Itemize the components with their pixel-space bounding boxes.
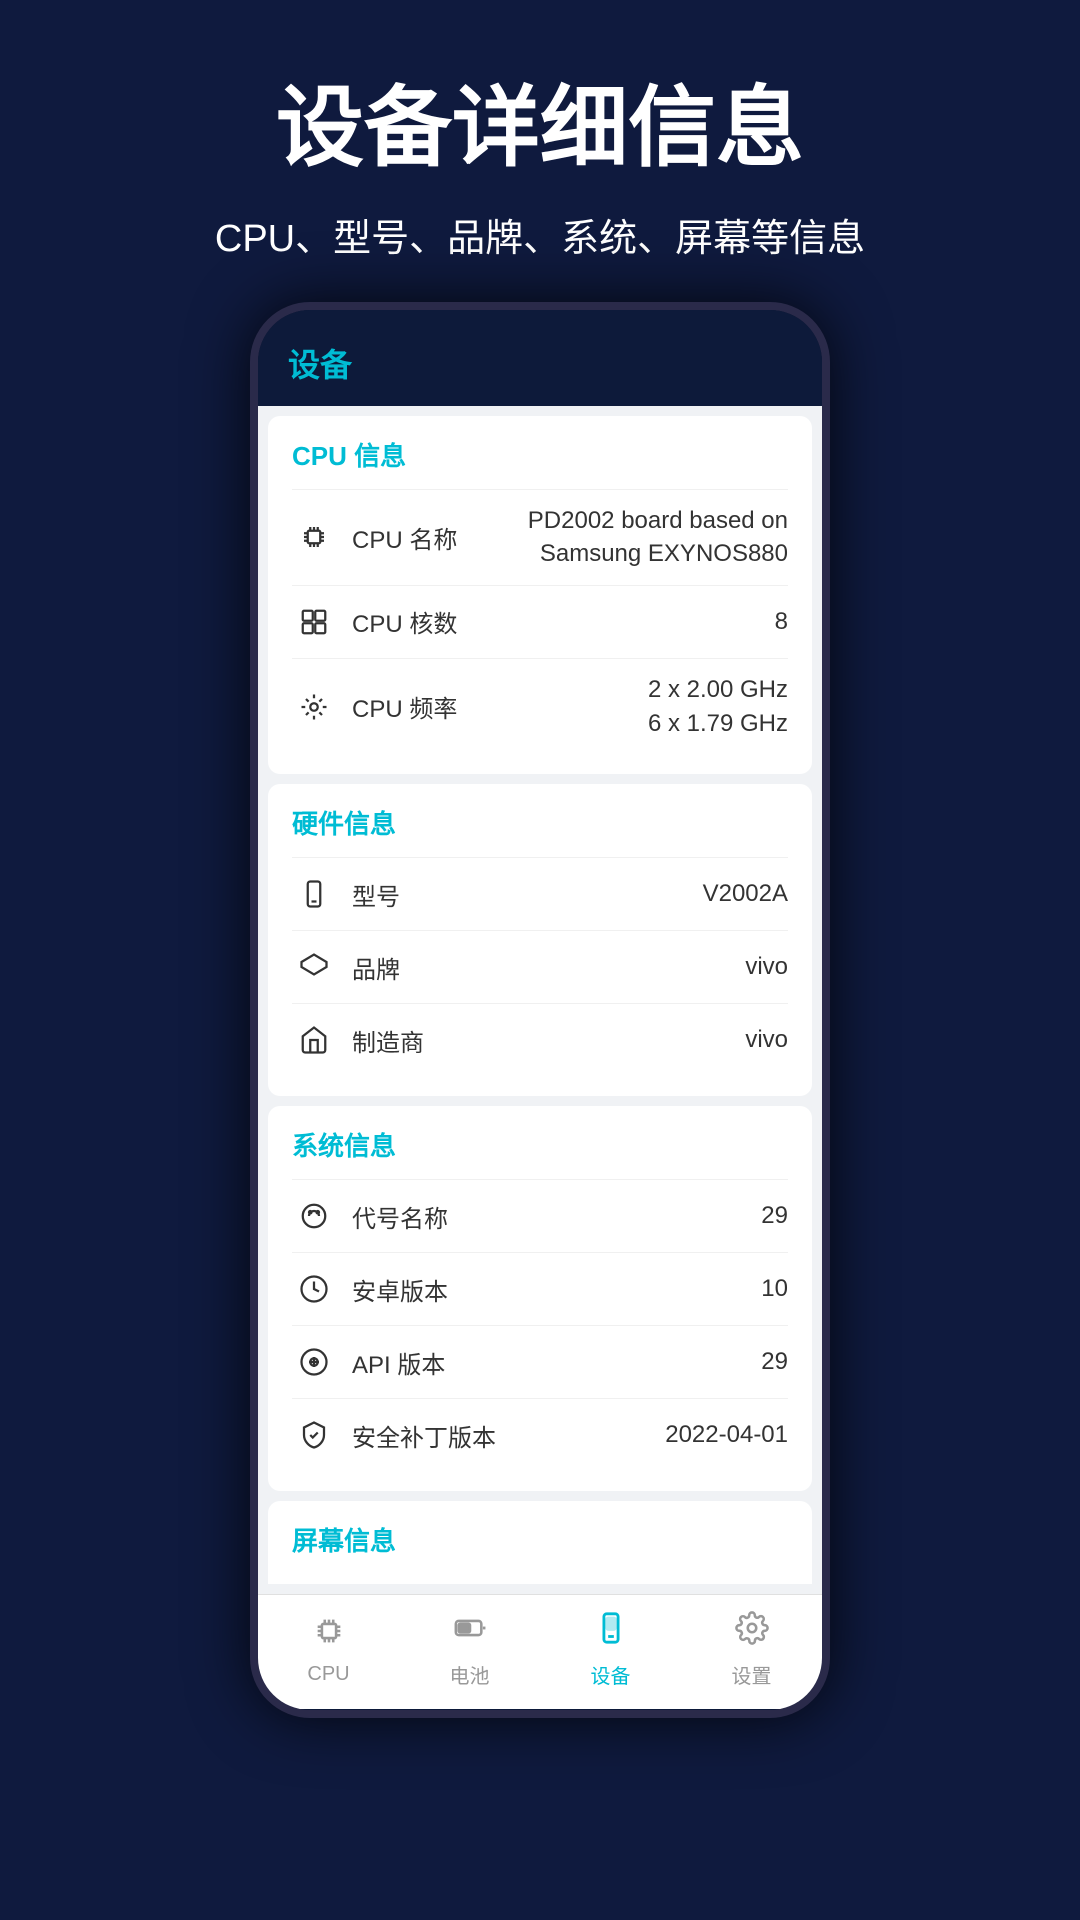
codename-icon: [292, 1194, 336, 1238]
cpu-cores-icon: [292, 600, 336, 644]
manufacturer-label: 制造商: [352, 1023, 745, 1058]
android-version-label: 安卓版本: [352, 1272, 761, 1307]
system-info-card: 系统信息 代号名称 29: [268, 1106, 812, 1491]
cpu-freq-row: CPU 频率 2 x 2.00 GHz 6 x 1.79 GHz: [292, 658, 788, 754]
brand-value: vivo: [745, 950, 788, 984]
phone-mockup: 设备 CPU 信息 CPU 名称 PD2002: [0, 302, 1080, 1718]
android-version-row: 安卓版本 10: [292, 1252, 788, 1325]
settings-nav-icon: [735, 1611, 769, 1654]
manufacturer-icon: [292, 1018, 336, 1062]
security-patch-value: 2022-04-01: [665, 1418, 788, 1452]
screen-info-card: 屏幕信息: [268, 1501, 812, 1584]
manufacturer-value: vivo: [745, 1023, 788, 1057]
api-version-icon: [292, 1340, 336, 1384]
app-bar: 设备: [258, 310, 822, 406]
hardware-info-card: 硬件信息 型号 V2002A: [268, 784, 812, 1096]
brand-label: 品牌: [352, 950, 745, 985]
manufacturer-row: 制造商 vivo: [292, 1003, 788, 1076]
security-patch-icon: [292, 1413, 336, 1457]
phone-screen: 设备 CPU 信息 CPU 名称 PD2002: [258, 310, 822, 1710]
cpu-cores-label: CPU 核数: [352, 604, 775, 639]
model-label: 型号: [352, 877, 703, 912]
hardware-section-title: 硬件信息: [292, 804, 788, 841]
settings-nav-label: 设置: [732, 1660, 772, 1689]
api-version-value: 29: [761, 1345, 788, 1379]
cpu-nav-label: CPU: [307, 1663, 349, 1686]
cpu-section-title: CPU 信息: [292, 436, 788, 473]
codename-row: 代号名称 29: [292, 1179, 788, 1252]
cpu-name-label: CPU 名称: [352, 520, 508, 555]
cpu-name-value: PD2002 board based on Samsung EXYNOS880: [508, 504, 788, 571]
cpu-nav-icon: [312, 1614, 346, 1657]
page-subtitle: CPU、型号、品牌、系统、屏幕等信息: [60, 207, 1020, 262]
device-nav-icon: [594, 1611, 628, 1654]
model-row: 型号 V2002A: [292, 857, 788, 930]
content-area: CPU 信息 CPU 名称 PD2002 board based on Sams…: [258, 406, 822, 1594]
battery-nav-icon: [453, 1611, 487, 1654]
bottom-navigation: CPU 电池: [258, 1594, 822, 1709]
battery-nav-label: 电池: [450, 1660, 490, 1689]
cpu-freq-label: CPU 频率: [352, 689, 648, 724]
header: 设备详细信息 CPU、型号、品牌、系统、屏幕等信息: [0, 0, 1080, 302]
nav-item-settings[interactable]: 设置: [681, 1611, 822, 1689]
system-section-title: 系统信息: [292, 1126, 788, 1163]
nav-item-device[interactable]: 设备: [540, 1611, 681, 1689]
nav-item-battery[interactable]: 电池: [399, 1611, 540, 1689]
android-version-value: 10: [761, 1272, 788, 1306]
security-patch-label: 安全补丁版本: [352, 1418, 665, 1453]
security-patch-row: 安全补丁版本 2022-04-01: [292, 1398, 788, 1471]
app-bar-title: 设备: [288, 340, 792, 386]
cpu-info-card: CPU 信息 CPU 名称 PD2002 board based on Sams…: [268, 416, 812, 774]
cpu-cores-row: CPU 核数 8: [292, 585, 788, 658]
brand-icon: [292, 945, 336, 989]
brand-row: 品牌 vivo: [292, 930, 788, 1003]
cpu-name-row: CPU 名称 PD2002 board based on Samsung EXY…: [292, 489, 788, 585]
device-nav-label: 设备: [591, 1660, 631, 1689]
cpu-freq-value: 2 x 2.00 GHz 6 x 1.79 GHz: [648, 673, 788, 740]
android-version-icon: [292, 1267, 336, 1311]
cpu-cores-value: 8: [775, 605, 788, 639]
model-value: V2002A: [703, 877, 788, 911]
codename-value: 29: [761, 1199, 788, 1233]
nav-item-cpu[interactable]: CPU: [258, 1614, 399, 1686]
api-version-label: API 版本: [352, 1345, 761, 1380]
codename-label: 代号名称: [352, 1199, 761, 1234]
api-version-row: API 版本 29: [292, 1325, 788, 1398]
page-title: 设备详细信息: [60, 80, 1020, 177]
screen-section-title: 屏幕信息: [292, 1521, 788, 1558]
cpu-freq-icon: [292, 685, 336, 729]
phone-frame: 设备 CPU 信息 CPU 名称 PD2002: [250, 302, 830, 1718]
cpu-chip-icon: [292, 515, 336, 559]
phone-icon: [292, 872, 336, 916]
